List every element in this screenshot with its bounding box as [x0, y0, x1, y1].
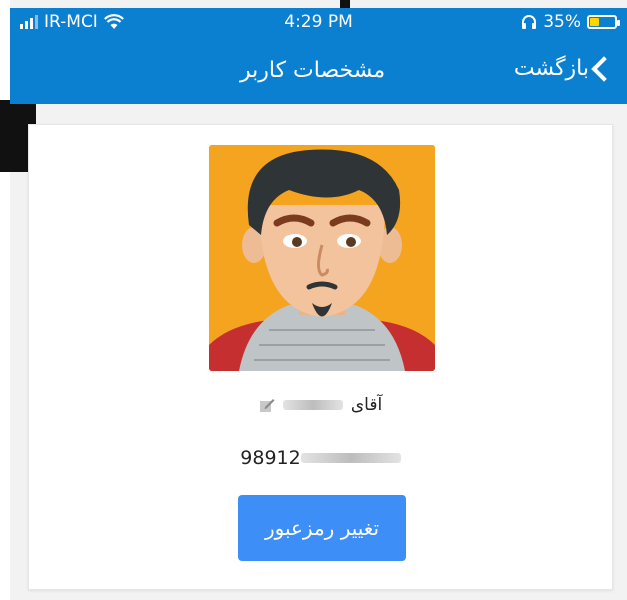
avatar [209, 145, 435, 371]
redacted-phone [300, 453, 401, 463]
battery-percent: 35% [543, 12, 581, 32]
headphones-icon [522, 15, 537, 29]
screenshot-border [0, 0, 10, 600]
nav-bar: مشخصات کاربر بازگشت [10, 46, 627, 104]
chevron-left-icon [591, 55, 617, 82]
back-label: بازگشت [513, 56, 589, 81]
user-name-row: آقای [29, 390, 612, 420]
change-password-button[interactable]: تغییر رمزعبور [238, 495, 406, 561]
page-title: مشخصات کاربر [240, 58, 386, 83]
battery-icon [587, 15, 620, 29]
redacted-name [282, 400, 343, 410]
status-right: 35% [521, 12, 620, 32]
avatar-illustration [209, 145, 435, 371]
back-button[interactable]: بازگشت [513, 55, 617, 82]
name-prefix: آقای [350, 395, 383, 415]
profile-card: آقای 98912 تغییر رمزعبور [28, 124, 613, 590]
status-bar: IR-MCI 4:29 PM 35% [10, 8, 627, 46]
phone-prefix: 98912 [240, 447, 301, 469]
edit-icon[interactable] [259, 397, 275, 413]
phone-row: 98912 [29, 443, 612, 473]
